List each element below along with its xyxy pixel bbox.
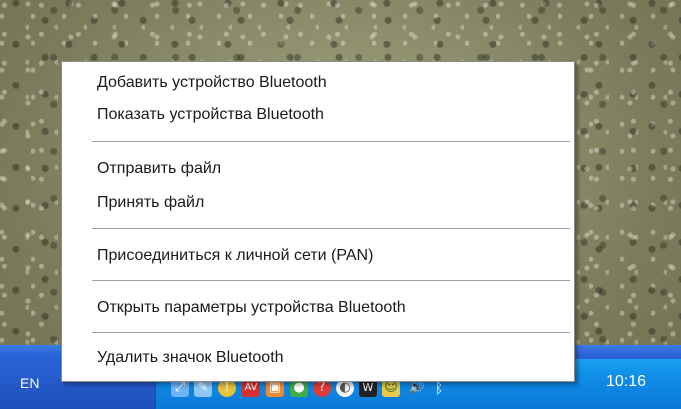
menu-item-show-bluetooth-devices[interactable]: Показать устройства Bluetooth: [62, 102, 574, 128]
menu-item-add-bluetooth-device[interactable]: Добавить устройство Bluetooth: [62, 70, 574, 96]
menu-item-send-file[interactable]: Отправить файл: [62, 156, 574, 182]
language-indicator[interactable]: EN: [20, 375, 39, 391]
menu-separator: [92, 280, 570, 281]
menu-item-remove-bluetooth-icon[interactable]: Удалить значок Bluetooth: [62, 345, 574, 371]
taskbar-clock[interactable]: 10:16: [606, 373, 646, 391]
bluetooth-context-menu: Добавить устройство Bluetooth Показать у…: [61, 61, 575, 382]
menu-item-join-pan[interactable]: Присоединиться к личной сети (PAN): [62, 243, 574, 269]
menu-separator: [92, 332, 570, 333]
menu-item-open-bluetooth-settings[interactable]: Открыть параметры устройства Bluetooth: [62, 295, 574, 321]
menu-item-receive-file[interactable]: Принять файл: [62, 190, 574, 216]
menu-separator: [92, 141, 570, 142]
menu-separator: [92, 228, 570, 229]
